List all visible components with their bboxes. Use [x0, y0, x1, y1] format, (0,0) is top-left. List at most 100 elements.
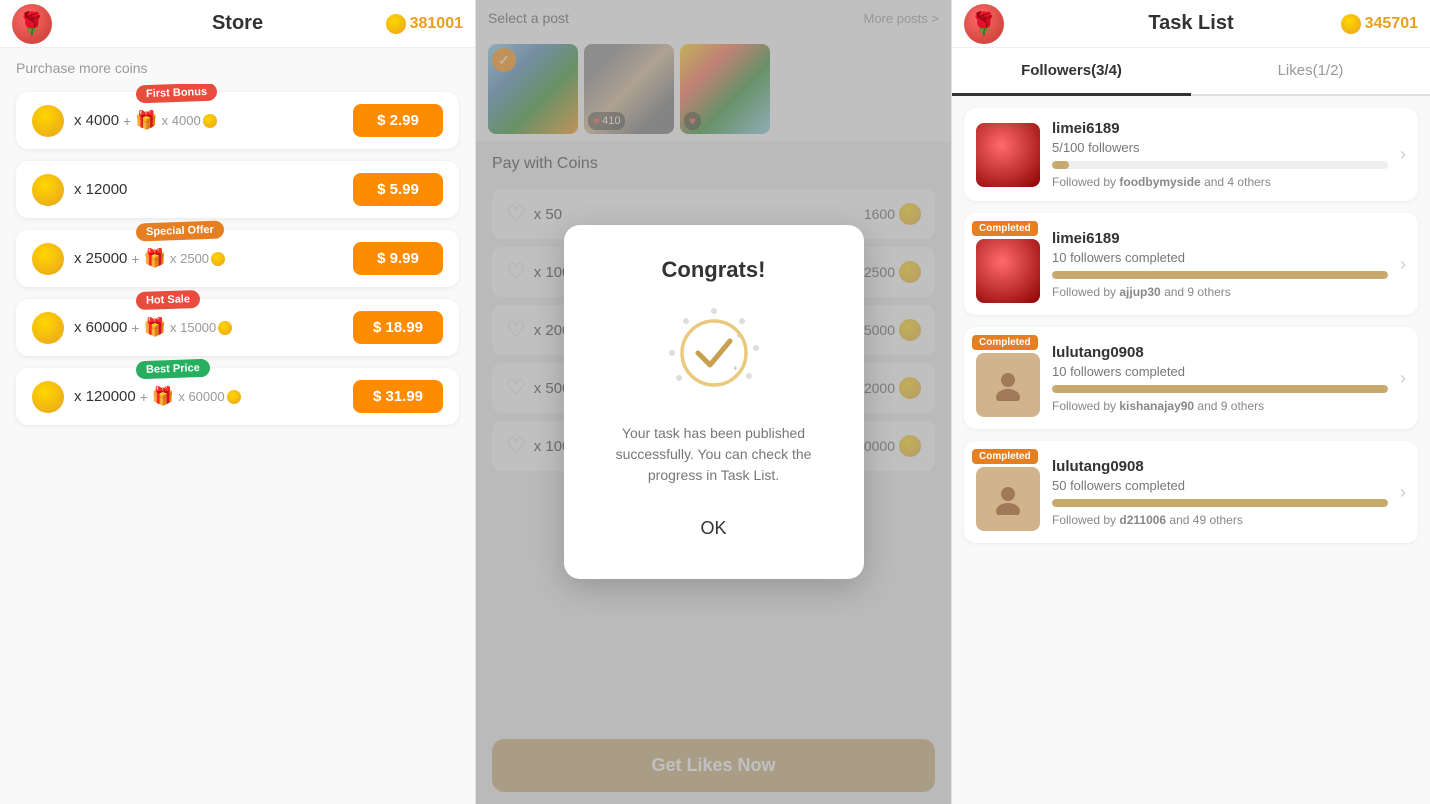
- item-coin-5: [32, 381, 64, 413]
- store-title: Store: [212, 12, 263, 35]
- item-bonus-4: x 15000: [170, 320, 232, 335]
- item-details-5: x 120000 + 🎁 x 60000: [74, 386, 353, 407]
- task-avatar-1: [976, 123, 1040, 187]
- task-chevron-1[interactable]: ›: [1400, 144, 1406, 165]
- item-amount-3: x 25000: [74, 250, 127, 267]
- item-bonus-1: x 4000: [162, 113, 217, 128]
- task-progress-text-4: 50 followers completed: [1052, 478, 1388, 493]
- modal-title: Congrats!: [592, 257, 836, 283]
- task-avatar-2: [976, 239, 1040, 303]
- task-title: Task List: [1148, 12, 1233, 35]
- task-progress-bar-2: [1052, 271, 1388, 279]
- item-bonus-amount-4: x 15000: [170, 320, 216, 335]
- task-progress-text-3: 10 followers completed: [1052, 364, 1388, 379]
- task-followers-text-3: Followed by kishanajay90 and 9 others: [1052, 399, 1388, 413]
- store-logo: [12, 4, 52, 44]
- task-logo: [964, 4, 1004, 44]
- task-info-1: limei6189 5/100 followers Followed by fo…: [1052, 120, 1388, 189]
- buy-button-2[interactable]: $ 5.99: [353, 173, 443, 206]
- item-bonus-5: x 60000: [178, 389, 240, 404]
- item-amount-5: x 120000: [74, 388, 136, 405]
- task-item-3: Completed lulutang0908 10 followers comp…: [964, 327, 1418, 429]
- task-info-4: lulutang0908 50 followers completed Foll…: [1052, 458, 1388, 527]
- item-amount-2: x 12000: [74, 181, 127, 198]
- tab-followers[interactable]: Followers(3/4): [952, 48, 1191, 96]
- congrats-modal: Congrats! ✦ ✦ ✦: [564, 225, 864, 579]
- task-followers-text-2: Followed by ajjup30 and 9 others: [1052, 285, 1388, 299]
- task-progress-bar-1: [1052, 161, 1388, 169]
- tab-likes[interactable]: Likes(1/2): [1191, 48, 1430, 96]
- task-chevron-4[interactable]: ›: [1400, 482, 1406, 503]
- task-username-2: limei6189: [1052, 230, 1388, 247]
- item-bonus-coin-4: [218, 321, 232, 335]
- item-amount-1: x 4000: [74, 112, 119, 129]
- item-gift-4: 🎁: [144, 317, 166, 338]
- buy-button-1[interactable]: $ 2.99: [353, 104, 443, 137]
- task-info-3: lulutang0908 10 followers completed Foll…: [1052, 344, 1388, 413]
- item-coin-2: [32, 174, 64, 206]
- completed-badge-4: Completed: [972, 449, 1038, 464]
- item-details-3: x 25000 + 🎁 x 2500: [74, 248, 353, 269]
- task-coin-icon: [1341, 14, 1361, 34]
- avatar-default-4: [976, 467, 1040, 531]
- buy-button-5[interactable]: $ 31.99: [353, 380, 443, 413]
- coin-icon: [386, 14, 406, 34]
- store-item-4: Hot Sale x 60000 + 🎁 x 15000 $ 18.99: [16, 299, 459, 356]
- task-chevron-3[interactable]: ›: [1400, 368, 1406, 389]
- item-plus-5: +: [140, 389, 148, 405]
- task-item-4: Completed lulutang0908 50 followers comp…: [964, 441, 1418, 543]
- item-plus-1: +: [123, 113, 131, 129]
- special-offer-badge: Special Offer: [136, 220, 224, 241]
- task-followers-text-4: Followed by d211006 and 49 others: [1052, 513, 1388, 527]
- item-plus-4: +: [131, 320, 139, 336]
- item-bonus-amount-3: x 2500: [170, 251, 209, 266]
- task-item-2: Completed limei6189 10 followers complet…: [964, 213, 1418, 315]
- task-progress-bar-3: [1052, 385, 1388, 393]
- store-item-2: x 12000 $ 5.99: [16, 161, 459, 218]
- task-progress-text-2: 10 followers completed: [1052, 250, 1388, 265]
- item-coin-4: [32, 312, 64, 344]
- task-progress-fill-4: [1052, 499, 1388, 507]
- task-chevron-2[interactable]: ›: [1400, 254, 1406, 275]
- item-bonus-amount-1: x 4000: [162, 113, 201, 128]
- item-gift-5: 🎁: [152, 386, 174, 407]
- task-username-3: lulutang0908: [1052, 344, 1388, 361]
- avatar-rose-1: [976, 123, 1040, 187]
- item-gift-1: 🎁: [135, 110, 157, 131]
- store-coins: 381001: [386, 14, 463, 34]
- item-details-2: x 12000: [74, 181, 353, 198]
- purchase-label: Purchase more coins: [0, 48, 475, 84]
- hot-sale-badge: Hot Sale: [136, 290, 201, 310]
- task-coin-amount: 345701: [1365, 15, 1418, 33]
- item-plus-3: +: [131, 251, 139, 267]
- buy-button-3[interactable]: $ 9.99: [353, 242, 443, 275]
- avatar-rose-2: [976, 239, 1040, 303]
- task-progress-fill-2: [1052, 271, 1388, 279]
- modal-ok-button[interactable]: OK: [660, 510, 766, 547]
- item-bonus-3: x 2500: [170, 251, 225, 266]
- completed-badge-2: Completed: [972, 221, 1038, 236]
- buy-button-4[interactable]: $ 18.99: [353, 311, 443, 344]
- modal-checkmark: ✦ ✦ ✦: [664, 303, 764, 403]
- best-price-badge: Best Price: [136, 359, 210, 380]
- modal-message: Your task has been published successfull…: [592, 423, 836, 486]
- task-progress-fill-1: [1052, 161, 1069, 169]
- item-amount-4: x 60000: [74, 319, 127, 336]
- modal-overlay: Congrats! ✦ ✦ ✦: [476, 0, 951, 804]
- task-panel: Task List 345701 Followers(3/4) Likes(1/…: [952, 0, 1430, 804]
- task-item-1: limei6189 5/100 followers Followed by fo…: [964, 108, 1418, 201]
- task-followers-text-1: Followed by foodbymyside and 4 others: [1052, 175, 1388, 189]
- item-bonus-coin-3: [211, 252, 225, 266]
- task-header: Task List 345701: [952, 0, 1430, 48]
- task-coins: 345701: [1341, 14, 1418, 34]
- task-avatar-4: [976, 467, 1040, 531]
- item-gift-3: 🎁: [144, 248, 166, 269]
- task-list: limei6189 5/100 followers Followed by fo…: [952, 96, 1430, 804]
- item-coin-3: [32, 243, 64, 275]
- first-bonus-badge: First Bonus: [136, 84, 218, 103]
- task-progress-bar-4: [1052, 499, 1388, 507]
- task-progress-fill-3: [1052, 385, 1388, 393]
- item-details-4: x 60000 + 🎁 x 15000: [74, 317, 353, 338]
- store-item-1: First Bonus x 4000 + 🎁 x 4000 $ 2.99: [16, 92, 459, 149]
- store-items-list: First Bonus x 4000 + 🎁 x 4000 $ 2.99 x 1…: [0, 84, 475, 804]
